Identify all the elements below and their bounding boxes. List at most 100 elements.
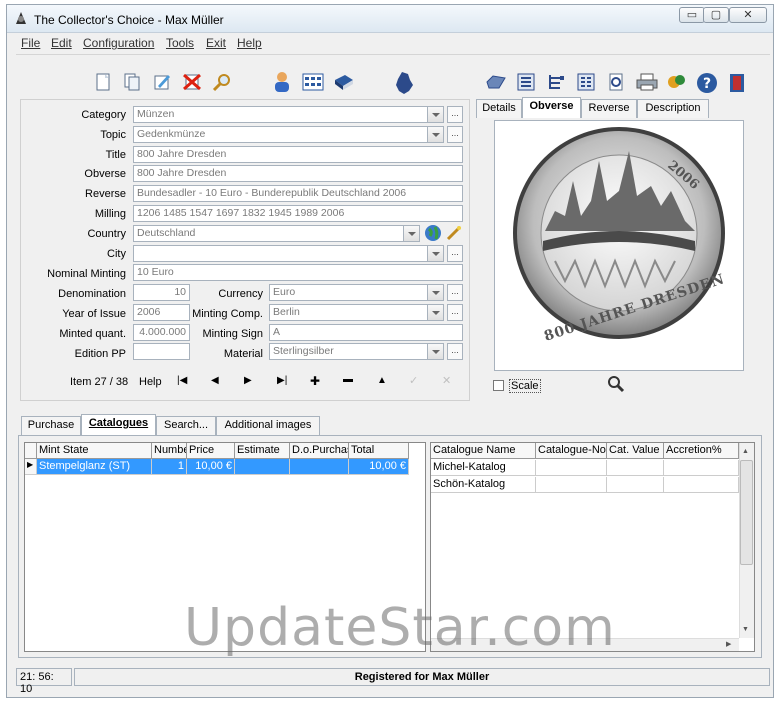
nominal-minting-field[interactable]: 10 Euro <box>133 264 463 281</box>
scroll-right-icon[interactable]: ▶ <box>726 640 731 648</box>
globe-icon[interactable] <box>424 224 442 242</box>
category-dropdown-button[interactable] <box>428 106 444 123</box>
help-icon[interactable]: ? <box>696 72 717 93</box>
tab-catalogues[interactable]: Catalogues <box>81 414 156 435</box>
search-icon[interactable] <box>212 72 232 92</box>
germany-map-icon[interactable] <box>394 71 414 94</box>
topic-dropdown-button[interactable] <box>428 126 444 143</box>
table-cell[interactable]: 10,00 € <box>187 459 235 475</box>
obverse-field[interactable]: 800 Jahre Dresden <box>133 165 463 182</box>
user-icon[interactable] <box>272 71 292 92</box>
delete-record-button[interactable]: ▬ <box>343 374 353 385</box>
menu-edit[interactable]: Edit <box>51 36 72 50</box>
topic-dots-button[interactable]: ... <box>447 126 463 143</box>
column-header-price[interactable]: Price <box>187 443 235 459</box>
column-header-catalogue-no[interactable]: Catalogue-No. <box>536 443 607 459</box>
material-dots-button[interactable]: ... <box>447 343 463 360</box>
new-document-icon[interactable] <box>93 72 113 92</box>
city-dots-button[interactable]: ... <box>447 245 463 262</box>
list-view-icon[interactable] <box>516 72 536 92</box>
table-cell[interactable]: 1 <box>152 459 187 475</box>
minting-comp-dots-button[interactable]: ... <box>447 304 463 321</box>
table-cell[interactable] <box>290 459 349 475</box>
material-field[interactable]: Sterlingsilber <box>269 343 428 360</box>
book-icon[interactable] <box>333 72 353 92</box>
column-header-total[interactable]: Total <box>349 443 409 459</box>
tab-details[interactable]: Details <box>476 99 522 118</box>
menu-configuration[interactable]: Configuration <box>83 36 154 50</box>
country-field[interactable]: Deutschland <box>133 225 404 242</box>
table-cell[interactable] <box>235 459 290 475</box>
delete-icon[interactable] <box>182 72 202 92</box>
last-record-button[interactable]: ▶| <box>277 375 287 386</box>
edit-document-icon[interactable] <box>152 72 172 92</box>
table-cell[interactable]: 10,00 € <box>349 459 409 475</box>
scroll-down-icon[interactable]: ▼ <box>742 626 749 633</box>
table-cell[interactable]: Schön-Katalog <box>431 477 536 493</box>
currency-dots-button[interactable]: ... <box>447 284 463 301</box>
scale-checkbox[interactable] <box>493 380 504 391</box>
currency-field[interactable]: Euro <box>269 284 428 301</box>
details-view-icon[interactable] <box>576 72 596 92</box>
add-record-button[interactable]: ✚ <box>310 374 320 388</box>
title-field[interactable]: 800 Jahre Dresden <box>133 146 463 163</box>
menu-file[interactable]: File <box>21 36 40 50</box>
previous-record-button[interactable]: ◀ <box>211 375 219 386</box>
minting-comp-dropdown-button[interactable] <box>428 304 444 321</box>
column-header-estimate[interactable]: Estimate <box>235 443 290 459</box>
table-cell[interactable] <box>664 477 739 493</box>
table-cell[interactable]: Stempelglanz (ST) <box>37 459 152 475</box>
table-cell[interactable] <box>607 477 664 493</box>
tab-reverse[interactable]: Reverse <box>581 99 637 118</box>
move-up-button[interactable]: ▲ <box>377 375 387 386</box>
column-header-purchase-date[interactable]: D.o.Purchas <box>290 443 349 459</box>
picture-icon[interactable] <box>485 72 506 92</box>
table-cell[interactable] <box>664 460 739 476</box>
reverse-field[interactable]: Bundesadler - 10 Euro - Bunderepublik De… <box>133 185 463 202</box>
maximize-button[interactable]: ▢ <box>703 7 729 23</box>
printer-icon[interactable] <box>636 72 658 92</box>
menu-help[interactable]: Help <box>237 36 262 50</box>
copy-document-icon[interactable] <box>122 72 142 92</box>
tab-obverse[interactable]: Obverse <box>522 97 581 118</box>
table-cell[interactable]: Michel-Katalog <box>431 460 536 476</box>
table-view-icon[interactable] <box>302 72 324 92</box>
cancel-edit-button[interactable]: ✕ <box>442 374 451 387</box>
column-header-cat-value[interactable]: Cat. Value <box>607 443 664 459</box>
scroll-up-icon[interactable]: ▲ <box>742 448 749 455</box>
city-field[interactable] <box>133 245 428 262</box>
close-button[interactable]: ✕ <box>729 7 767 23</box>
category-field[interactable]: Münzen <box>133 106 428 123</box>
exit-door-icon[interactable] <box>727 72 747 92</box>
column-header-number[interactable]: Numbe <box>152 443 187 459</box>
menu-tools[interactable]: Tools <box>166 36 194 50</box>
minimize-button[interactable]: ▭ <box>679 7 705 23</box>
scrollbar-thumb[interactable] <box>740 460 753 565</box>
country-dropdown-button[interactable] <box>404 225 420 242</box>
tab-additional-images[interactable]: Additional images <box>216 416 320 435</box>
minting-sign-field[interactable]: A <box>269 324 463 341</box>
next-record-button[interactable]: ▶ <box>244 375 252 386</box>
minting-comp-field[interactable]: Berlin <box>269 304 428 321</box>
post-record-button[interactable]: ✓ <box>409 374 418 387</box>
wand-icon[interactable] <box>445 224 463 242</box>
milling-field[interactable]: 1206 1485 1547 1697 1832 1945 1989 2006 <box>133 205 463 222</box>
tools-icon[interactable] <box>666 72 686 92</box>
column-header-mint-state[interactable]: Mint State <box>37 443 152 459</box>
table-cell[interactable] <box>607 460 664 476</box>
topic-field[interactable]: Gedenkmünze <box>133 126 428 143</box>
print-preview-icon[interactable] <box>606 72 626 92</box>
tab-description[interactable]: Description <box>637 99 709 118</box>
menu-exit[interactable]: Exit <box>206 36 226 50</box>
table-cell[interactable] <box>536 460 607 476</box>
tree-view-icon[interactable] <box>546 72 566 92</box>
tab-search[interactable]: Search... <box>156 416 216 435</box>
tab-purchase[interactable]: Purchase <box>21 416 81 435</box>
table-cell[interactable] <box>536 477 607 493</box>
category-dots-button[interactable]: ... <box>447 106 463 123</box>
coin-image-panel[interactable] <box>494 120 744 371</box>
material-dropdown-button[interactable] <box>428 343 444 360</box>
city-dropdown-button[interactable] <box>428 245 444 262</box>
column-header-catalogue-name[interactable]: Catalogue Name <box>431 443 536 459</box>
zoom-icon[interactable] <box>607 375 625 393</box>
